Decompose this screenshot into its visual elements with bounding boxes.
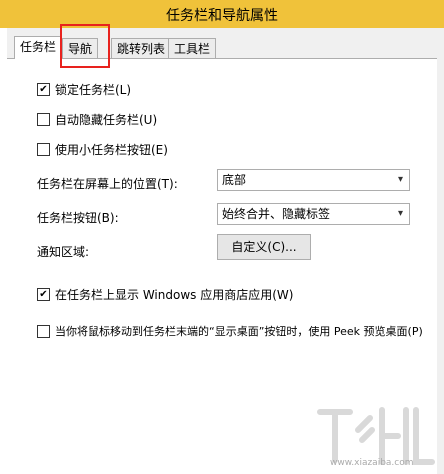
lock-taskbar-label: 锁定任务栏(L) [55, 83, 132, 97]
checkbox-empty-icon [37, 324, 50, 338]
taskbar-buttons-label: 任务栏按钮(B): [37, 211, 119, 225]
tab-toolbars-label: 工具栏 [174, 42, 211, 56]
customize-button[interactable]: 自定义(C)... [217, 234, 311, 260]
checkmark-icon: ✔ [37, 83, 50, 96]
tab-taskbar-label: 任务栏 [20, 40, 57, 54]
location-select[interactable]: 底部 ▾ [217, 169, 410, 191]
taskbar-buttons-select[interactable]: 始终合并、隐藏标签 ▾ [217, 203, 410, 225]
checkbox-empty-icon [37, 113, 50, 126]
tab-toolbars[interactable]: 工具栏 [168, 38, 217, 58]
location-value: 底部 [222, 173, 247, 187]
tab-jump-lists[interactable]: 跳转列表 [111, 38, 172, 58]
small-buttons-label: 使用小任务栏按钮(E) [55, 143, 168, 157]
checkbox-empty-icon [37, 143, 50, 156]
location-label: 任务栏在屏幕上的位置(T): [37, 177, 178, 191]
checkmark-icon: ✔ [37, 288, 50, 301]
tab-navigation[interactable]: 导航 [62, 38, 99, 58]
taskbar-buttons-value: 始终合并、隐藏标签 [222, 207, 331, 221]
autohide-label: 自动隐藏任务栏(U) [55, 113, 158, 127]
watermark-url: www.xiazaiba.com [330, 458, 414, 468]
store-apps-label: 在任务栏上显示 Windows 应用商店应用(W) [55, 288, 294, 302]
lock-taskbar-checkbox[interactable]: ✔ 锁定任务栏(L) [37, 81, 131, 98]
autohide-checkbox[interactable]: 自动隐藏任务栏(U) [37, 111, 157, 128]
title-bar[interactable]: 任务栏和导航属性 [0, 0, 444, 28]
store-apps-checkbox[interactable]: ✔ 在任务栏上显示 Windows 应用商店应用(W) [37, 286, 293, 303]
tab-taskbar[interactable]: 任务栏 [14, 36, 63, 59]
chevron-down-icon: ▾ [397, 174, 403, 185]
tab-navigation-label: 导航 [68, 42, 93, 56]
chevron-down-icon: ▾ [397, 208, 403, 219]
window-title: 任务栏和导航属性 [166, 8, 278, 24]
notification-area-label: 通知区域: [37, 245, 90, 259]
small-buttons-checkbox[interactable]: 使用小任务栏按钮(E) [37, 141, 168, 158]
tab-jump-lists-label: 跳转列表 [117, 42, 166, 56]
peek-label: 当你将鼠标移动到任务栏末端的“显示桌面”按钮时，使用 Peek 预览桌面(P) [55, 325, 423, 338]
peek-checkbox[interactable]: 当你将鼠标移动到任务栏末端的“显示桌面”按钮时，使用 Peek 预览桌面(P) [37, 323, 423, 339]
